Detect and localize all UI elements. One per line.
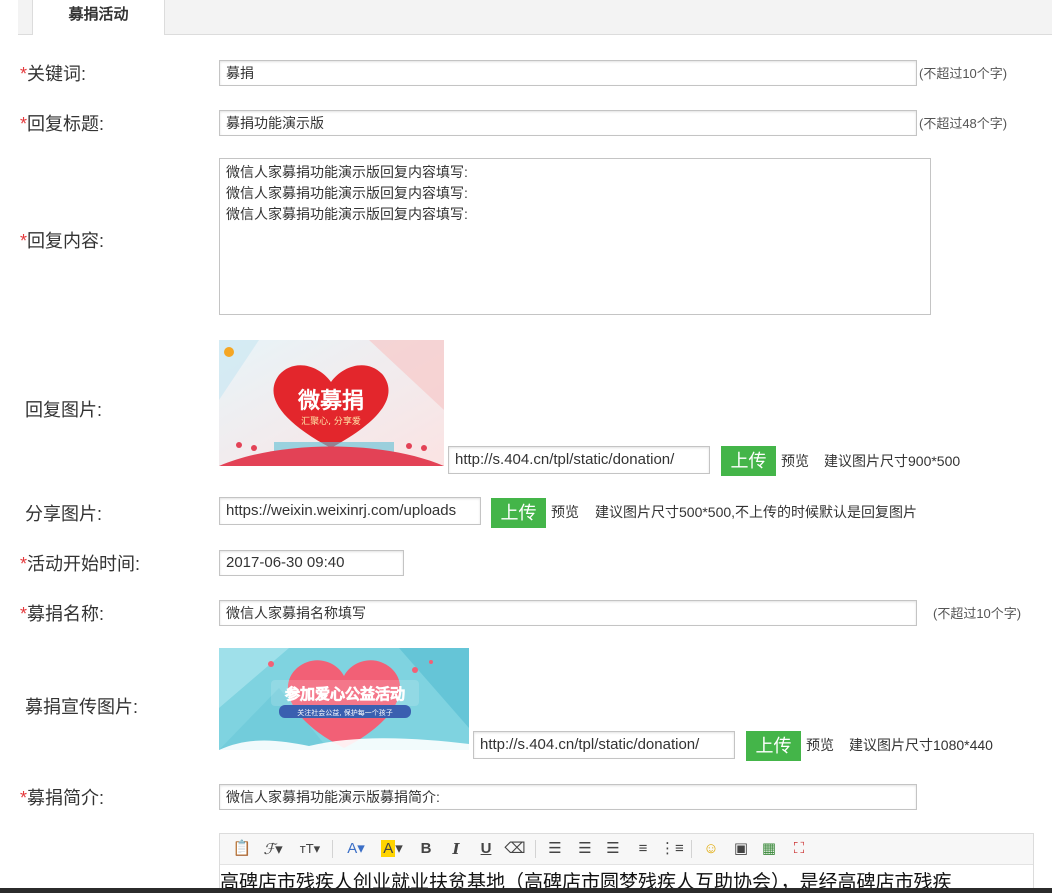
required-mark: * bbox=[20, 64, 28, 84]
reply-image-preview-link[interactable]: 预览 bbox=[781, 451, 809, 471]
reply-title-hint: (不超过48个字) bbox=[919, 116, 1008, 131]
reply-image-hint: 建议图片尺寸900*500 bbox=[824, 453, 961, 469]
share-image-label: 分享图片: bbox=[25, 504, 103, 524]
share-image-preview-link[interactable]: 预览 bbox=[551, 502, 579, 522]
keyword-label: *关键词: bbox=[20, 64, 87, 84]
keyword-input[interactable]: 募捐 bbox=[219, 60, 917, 86]
reply-content-textarea[interactable]: 微信人家募捐功能演示版回复内容填写: 微信人家募捐功能演示版回复内容填写: 微信… bbox=[219, 158, 931, 315]
italic-icon[interactable]: I bbox=[446, 838, 466, 860]
align-center-icon[interactable]: ☰ bbox=[574, 838, 596, 860]
font-color-icon[interactable]: A▾ bbox=[342, 838, 370, 860]
toolbar-divider bbox=[535, 840, 536, 858]
share-image-upload-button[interactable]: 上传 bbox=[491, 498, 546, 528]
tab-donation-activity[interactable]: 募捐活动 bbox=[32, 0, 165, 35]
share-image-url-input[interactable]: https://weixin.weixinrj.com/uploads bbox=[219, 497, 481, 525]
intro-label: *募捐简介: bbox=[20, 788, 105, 808]
reply-content-line: 微信人家募捐功能演示版回复内容填写: bbox=[226, 206, 468, 222]
keyword-hint: (不超过10个字) bbox=[919, 66, 1008, 81]
reply-image-upload-button[interactable]: 上传 bbox=[721, 446, 776, 476]
multi-image-icon[interactable]: ▦ bbox=[758, 838, 780, 860]
reply-content-label: *回复内容: bbox=[20, 231, 105, 251]
start-time-input[interactable]: 2017-06-30 09:40 bbox=[219, 550, 404, 576]
donation-name-input[interactable]: 微信人家募捐名称填写 bbox=[219, 600, 917, 626]
intro-input[interactable]: 微信人家募捐功能演示版募捐简介: bbox=[219, 784, 917, 810]
promo-banner-title: 参加爱心公益活动 bbox=[285, 685, 405, 703]
reply-content-line: 微信人家募捐功能演示版回复内容填写: bbox=[226, 185, 468, 201]
unordered-list-icon[interactable]: ⋮≡ bbox=[660, 838, 684, 860]
promo-image-preview: 参加爱心公益活动 关注社会公益, 保护每一个孩子 bbox=[219, 648, 469, 750]
reply-content-line: 微信人家募捐功能演示版回复内容填写: bbox=[226, 164, 468, 180]
align-left-icon[interactable]: ☰ bbox=[544, 838, 566, 860]
emoji-icon[interactable]: ☺ bbox=[700, 838, 722, 860]
rich-text-editor[interactable]: 📋 ℱ▾ тT▾ A▾ A ▾ B I U ⌫ ☰ ☰ ☰ ≡ ⋮≡ ☺ ▣ ▦ … bbox=[219, 833, 1034, 893]
font-family-icon[interactable]: ℱ▾ bbox=[260, 838, 286, 860]
promo-image-preview-link[interactable]: 预览 bbox=[806, 735, 834, 755]
promo-image-label: 募捐宣传图片: bbox=[25, 697, 139, 717]
align-right-icon[interactable]: ☰ bbox=[602, 838, 624, 860]
tab-bar: 募捐活动 bbox=[18, 0, 1052, 35]
editor-toolbar: 📋 ℱ▾ тT▾ A▾ A ▾ B I U ⌫ ☰ ☰ ☰ ≡ ⋮≡ ☺ ▣ ▦ … bbox=[220, 834, 1033, 865]
fullscreen-icon[interactable]: ⛶ bbox=[788, 838, 810, 860]
reply-banner-title: 微募捐 bbox=[297, 388, 364, 414]
promo-banner-subtitle: 关注社会公益, 保护每一个孩子 bbox=[297, 708, 392, 717]
promo-image-url-input[interactable]: http://s.404.cn/tpl/static/donation/ bbox=[473, 731, 735, 759]
reply-image-label: 回复图片: bbox=[25, 400, 103, 420]
bold-icon[interactable]: B bbox=[416, 838, 436, 860]
bg-color-icon[interactable]: A ▾ bbox=[378, 838, 406, 860]
donation-name-label: *募捐名称: bbox=[20, 604, 105, 624]
paste-text-icon[interactable]: 📋 bbox=[232, 838, 252, 860]
font-size-icon[interactable]: тT▾ bbox=[296, 838, 324, 860]
start-time-label: *活动开始时间: bbox=[20, 554, 141, 574]
reply-title-input[interactable]: 募捐功能演示版 bbox=[219, 110, 917, 136]
reply-banner-subtitle: 汇聚心, 分享爱 bbox=[301, 415, 361, 427]
underline-icon[interactable]: U bbox=[476, 838, 496, 860]
reply-image-preview: 微募捐 汇聚心, 分享爱 bbox=[219, 340, 444, 466]
promo-image-upload-button[interactable]: 上传 bbox=[746, 731, 801, 761]
promo-image-hint: 建议图片尺寸1080*440 bbox=[849, 737, 993, 753]
share-image-hint: 建议图片尺寸500*500,不上传的时候默认是回复图片 bbox=[595, 504, 918, 520]
ordered-list-icon[interactable]: ≡ bbox=[632, 838, 654, 860]
horizontal-scrollbar[interactable] bbox=[0, 888, 1052, 893]
toolbar-divider bbox=[332, 840, 333, 858]
donation-name-hint: (不超过10个字) bbox=[933, 606, 1022, 621]
toolbar-divider bbox=[691, 840, 692, 858]
insert-image-icon[interactable]: ▣ bbox=[730, 838, 752, 860]
reply-image-url-input[interactable]: http://s.404.cn/tpl/static/donation/ bbox=[448, 446, 710, 474]
reply-title-label: *回复标题: bbox=[20, 114, 105, 134]
eraser-icon[interactable]: ⌫ bbox=[504, 838, 526, 860]
